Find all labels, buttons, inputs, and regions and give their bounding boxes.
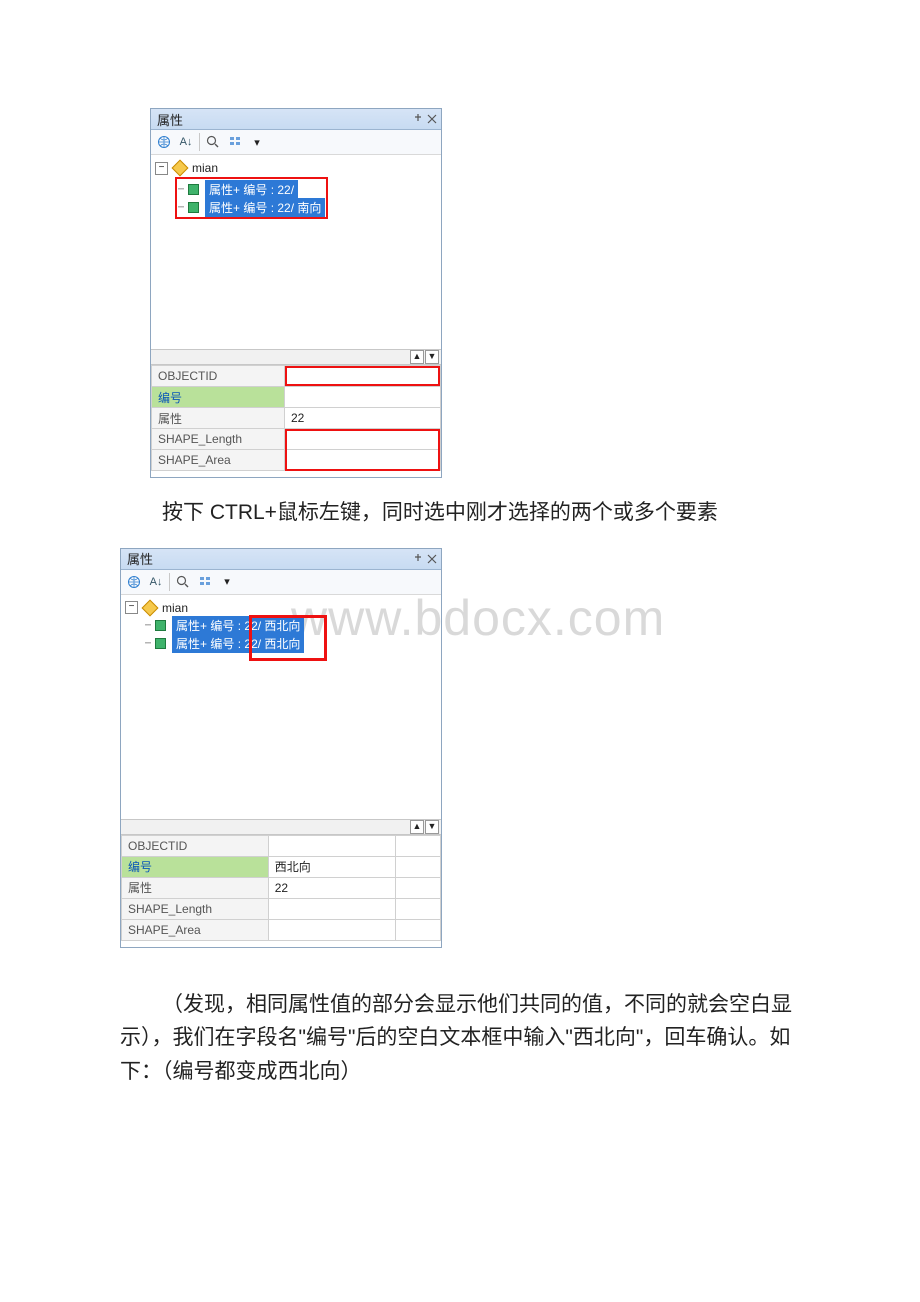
close-icon[interactable]	[427, 114, 437, 124]
panel-title-text: 属性	[157, 110, 183, 129]
attribute-panel-1: 属性 A↓ ▾	[150, 108, 442, 478]
layer-icon	[172, 160, 189, 177]
feature-icon	[155, 620, 166, 631]
nav-down-icon[interactable]: ▼	[425, 350, 439, 364]
table-row: SHAPE_Area	[122, 919, 441, 940]
panel-toolbar: A↓ ▾	[151, 130, 441, 155]
tree-item[interactable]: 属性+ 编号 : 22/ 南向	[205, 198, 325, 217]
collapse-icon[interactable]: −	[155, 162, 168, 175]
field-value[interactable]	[284, 429, 440, 450]
panel-title-text: 属性	[127, 549, 153, 568]
feature-tree[interactable]: − mian ⋯ 属性+ 编号 : 22/ 西北向 ⋯ 属性+ 编号 : 22/…	[121, 595, 441, 819]
field-value[interactable]	[284, 366, 440, 387]
pin-icon[interactable]	[413, 114, 423, 124]
table-row: 编号	[152, 387, 441, 408]
tree-root-label[interactable]: mian	[162, 601, 188, 615]
field-value[interactable]: 22	[284, 408, 440, 429]
property-grid: OBJECTID 编号 属性 22 SHAPE_Length SHAPE_Are…	[151, 365, 441, 471]
table-row: OBJECTID	[122, 835, 441, 856]
table-row: SHAPE_Area	[152, 450, 441, 471]
selection-highlight-box: ⋯ 属性+ 编号 : 22/ ⋯ 属性+ 编号 : 22/ 南向	[175, 177, 328, 219]
feature-tree[interactable]: − mian ⋯ 属性+ 编号 : 22/ ⋯ 属性+ 编号 : 22/ 南向	[151, 155, 441, 349]
feature-icon	[155, 638, 166, 649]
field-name: OBJECTID	[122, 835, 269, 856]
tree-connector: ⋯	[178, 184, 186, 195]
field-value[interactable]: 西北向	[268, 856, 396, 877]
field-value[interactable]: 22	[268, 877, 396, 898]
tree-connector: ⋯	[145, 620, 153, 631]
collapse-icon[interactable]: −	[125, 601, 138, 614]
pin-icon[interactable]	[413, 554, 423, 564]
layer-icon	[142, 599, 159, 616]
field-name: 编号	[122, 856, 269, 877]
panel-toolbar: A↓ ▾	[121, 570, 441, 595]
field-name: SHAPE_Length	[152, 429, 285, 450]
feature-icon	[188, 202, 199, 213]
field-name: SHAPE_Length	[122, 898, 269, 919]
field-name: 编号	[152, 387, 285, 408]
nav-down-icon[interactable]: ▼	[425, 820, 439, 834]
field-value[interactable]	[284, 387, 440, 408]
field-name: 属性	[152, 408, 285, 429]
tree-root-label[interactable]: mian	[192, 161, 218, 175]
panel-titlebar: 属性	[121, 549, 441, 570]
view-mode-icon[interactable]	[226, 133, 244, 151]
sort-icon[interactable]: A↓	[147, 573, 165, 591]
dropdown-caret-icon[interactable]: ▾	[218, 573, 236, 591]
close-icon[interactable]	[427, 554, 437, 564]
zoom-icon[interactable]	[204, 133, 222, 151]
feature-icon	[188, 184, 199, 195]
panel-splitter[interactable]: ▲ ▼	[151, 349, 441, 365]
tree-item[interactable]: 属性+ 编号 : 22/	[205, 180, 298, 199]
dropdown-caret-icon[interactable]: ▾	[248, 133, 266, 151]
tree-connector: ⋯	[178, 202, 186, 213]
field-name: SHAPE_Area	[152, 450, 285, 471]
sort-icon[interactable]: A↓	[177, 133, 195, 151]
attribute-panel-2: www.bdocx.com 属性 A↓	[120, 548, 442, 948]
tree-connector: ⋯	[145, 638, 153, 649]
field-name: 属性	[122, 877, 269, 898]
table-row: 编号 西北向	[122, 856, 441, 877]
property-grid: OBJECTID 编号 西北向 属性 22 SHAPE_Length SHAPE…	[121, 835, 441, 941]
panel-splitter[interactable]: ▲ ▼	[121, 819, 441, 835]
selection-highlight-box	[249, 615, 327, 661]
table-row: 属性 22	[152, 408, 441, 429]
field-value[interactable]	[284, 450, 440, 471]
panel-titlebar: 属性	[151, 109, 441, 130]
field-name: OBJECTID	[152, 366, 285, 387]
table-row: OBJECTID	[152, 366, 441, 387]
field-value[interactable]	[268, 919, 396, 940]
instruction-text-2: （发现，相同属性值的部分会显示他们共同的值，不同的就会空白显示），我们在字段名"…	[120, 988, 800, 1089]
table-row: 属性 22	[122, 877, 441, 898]
zoom-icon[interactable]	[174, 573, 192, 591]
nav-up-icon[interactable]: ▲	[410, 820, 424, 834]
nav-up-icon[interactable]: ▲	[410, 350, 424, 364]
table-row: SHAPE_Length	[152, 429, 441, 450]
view-mode-icon[interactable]	[196, 573, 214, 591]
field-value[interactable]	[268, 898, 396, 919]
globe-icon[interactable]	[155, 133, 173, 151]
field-name: SHAPE_Area	[122, 919, 269, 940]
globe-icon[interactable]	[125, 573, 143, 591]
table-row: SHAPE_Length	[122, 898, 441, 919]
field-value[interactable]	[268, 835, 396, 856]
instruction-text-1: 按下 CTRL+鼠标左键，同时选中刚才选择的两个或多个要素	[120, 496, 800, 530]
